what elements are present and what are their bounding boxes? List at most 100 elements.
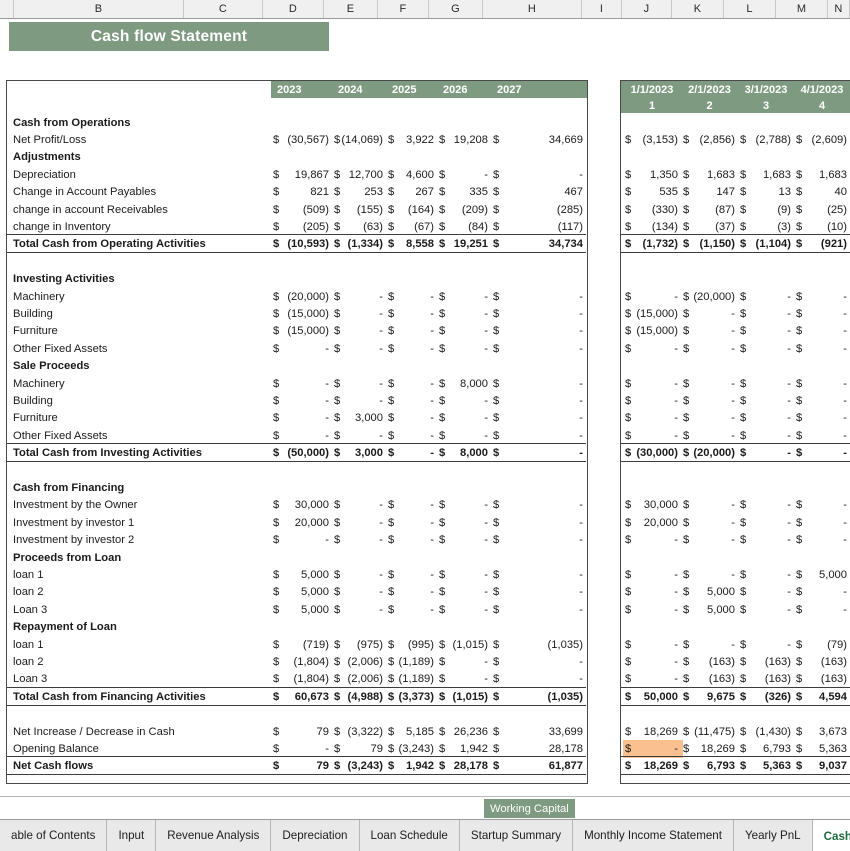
column-header-l[interactable]: L bbox=[724, 0, 776, 18]
table-cell[interactable]: $- bbox=[386, 566, 437, 583]
table-cell[interactable]: $- bbox=[681, 323, 738, 340]
column-header-f[interactable]: F bbox=[378, 0, 429, 18]
table-cell[interactable]: $(164) bbox=[386, 201, 437, 218]
table-cell[interactable]: $(30,000) bbox=[623, 445, 681, 462]
table-cell[interactable]: $467 bbox=[491, 184, 586, 201]
table-cell[interactable]: $- bbox=[794, 410, 850, 427]
table-cell[interactable]: $(1,430) bbox=[738, 723, 794, 740]
column-header-k[interactable]: K bbox=[672, 0, 724, 18]
table-cell[interactable]: $(719) bbox=[271, 636, 332, 653]
table-cell[interactable]: $4,600 bbox=[386, 166, 437, 183]
table-cell[interactable]: $- bbox=[681, 427, 738, 444]
table-cell[interactable]: $(4,988) bbox=[332, 688, 386, 705]
table-cell[interactable]: $- bbox=[386, 514, 437, 531]
table-cell[interactable]: $19,208 bbox=[437, 131, 491, 148]
table-cell[interactable]: $- bbox=[437, 392, 491, 409]
table-cell[interactable]: $(2,006) bbox=[332, 653, 386, 670]
row-label[interactable]: loan 2 bbox=[13, 653, 43, 670]
table-cell[interactable]: $12,700 bbox=[332, 166, 386, 183]
table-cell[interactable]: $19,251 bbox=[437, 236, 491, 253]
table-cell[interactable]: $- bbox=[332, 514, 386, 531]
table-cell[interactable]: $- bbox=[437, 584, 491, 601]
row-label[interactable]: Other Fixed Assets bbox=[13, 427, 108, 444]
row-label[interactable]: loan 1 bbox=[13, 636, 43, 653]
table-cell[interactable]: $(2,609) bbox=[794, 131, 850, 148]
table-cell[interactable]: $147 bbox=[681, 184, 738, 201]
table-cell[interactable]: $(1,035) bbox=[491, 688, 586, 705]
table-cell[interactable]: $- bbox=[623, 427, 681, 444]
row-label[interactable]: loan 1 bbox=[13, 566, 43, 583]
table-cell[interactable]: $- bbox=[491, 584, 586, 601]
sheet-tab-input[interactable]: Input bbox=[107, 820, 156, 851]
table-cell[interactable]: $(2,856) bbox=[681, 131, 738, 148]
table-cell[interactable]: $267 bbox=[386, 184, 437, 201]
table-cell[interactable]: $- bbox=[794, 532, 850, 549]
table-cell[interactable]: $1,350 bbox=[623, 166, 681, 183]
table-cell[interactable]: $- bbox=[271, 740, 332, 757]
table-cell[interactable]: $30,000 bbox=[623, 497, 681, 514]
row-label[interactable]: Machinery bbox=[13, 288, 65, 305]
table-cell[interactable]: $- bbox=[386, 375, 437, 392]
table-cell[interactable]: $79 bbox=[271, 723, 332, 740]
row-label[interactable]: Change in Account Payables bbox=[13, 184, 156, 201]
table-cell[interactable]: $- bbox=[794, 514, 850, 531]
row-label[interactable]: Depreciation bbox=[13, 166, 76, 183]
table-cell[interactable]: $- bbox=[738, 305, 794, 322]
table-cell[interactable]: $(163) bbox=[681, 671, 738, 688]
table-cell[interactable]: $3,000 bbox=[332, 410, 386, 427]
table-cell[interactable]: $(163) bbox=[738, 671, 794, 688]
table-cell[interactable]: $- bbox=[437, 305, 491, 322]
table-cell[interactable]: $- bbox=[271, 410, 332, 427]
row-label[interactable]: Furniture bbox=[13, 410, 58, 427]
table-cell[interactable]: $- bbox=[491, 671, 586, 688]
table-cell[interactable]: $- bbox=[271, 532, 332, 549]
table-cell[interactable]: $(67) bbox=[386, 218, 437, 235]
table-cell[interactable]: $- bbox=[491, 566, 586, 583]
table-cell[interactable]: $- bbox=[491, 514, 586, 531]
table-cell[interactable]: $- bbox=[738, 514, 794, 531]
table-cell[interactable]: $(163) bbox=[738, 653, 794, 670]
row-label[interactable]: Net Cash flows bbox=[13, 758, 93, 775]
table-cell[interactable]: $- bbox=[681, 340, 738, 357]
table-cell[interactable]: $- bbox=[491, 305, 586, 322]
table-cell[interactable]: $(15,000) bbox=[623, 323, 681, 340]
table-cell[interactable]: $61,877 bbox=[491, 758, 586, 775]
table-cell[interactable]: $20,000 bbox=[623, 514, 681, 531]
table-cell[interactable]: $(3,243) bbox=[332, 758, 386, 775]
sheet-tab-cashflow[interactable]: Cashflow bbox=[813, 820, 850, 851]
table-cell[interactable]: $- bbox=[332, 305, 386, 322]
table-cell[interactable]: $18,269 bbox=[623, 758, 681, 775]
row-label[interactable]: change in account Receivables bbox=[13, 201, 168, 218]
table-cell[interactable]: $(1,804) bbox=[271, 671, 332, 688]
table-cell[interactable]: $- bbox=[794, 392, 850, 409]
table-cell[interactable]: $(3,322) bbox=[332, 723, 386, 740]
table-cell[interactable]: $- bbox=[386, 323, 437, 340]
table-cell[interactable]: $- bbox=[491, 375, 586, 392]
column-header-c[interactable]: C bbox=[184, 0, 263, 18]
table-cell[interactable]: $- bbox=[738, 497, 794, 514]
table-cell[interactable]: $- bbox=[491, 427, 586, 444]
table-cell[interactable]: $(1,189) bbox=[386, 671, 437, 688]
table-cell[interactable]: $- bbox=[623, 636, 681, 653]
table-cell[interactable]: $- bbox=[271, 375, 332, 392]
table-cell[interactable]: $- bbox=[332, 340, 386, 357]
table-cell[interactable]: $- bbox=[491, 532, 586, 549]
table-cell[interactable]: $5,363 bbox=[738, 758, 794, 775]
table-cell[interactable]: $- bbox=[386, 532, 437, 549]
table-cell[interactable]: $26,236 bbox=[437, 723, 491, 740]
table-cell[interactable]: $- bbox=[623, 392, 681, 409]
table-cell[interactable]: $(87) bbox=[681, 201, 738, 218]
table-cell[interactable]: $(3) bbox=[738, 218, 794, 235]
table-cell[interactable]: $- bbox=[681, 497, 738, 514]
table-cell[interactable]: $(50,000) bbox=[271, 445, 332, 462]
table-cell[interactable]: $18,269 bbox=[623, 723, 681, 740]
table-cell[interactable]: $- bbox=[738, 584, 794, 601]
table-cell[interactable]: $- bbox=[794, 427, 850, 444]
table-cell[interactable]: $- bbox=[437, 566, 491, 583]
column-header-d[interactable]: D bbox=[263, 0, 324, 18]
table-cell[interactable]: $- bbox=[623, 410, 681, 427]
table-cell[interactable]: $- bbox=[332, 427, 386, 444]
table-cell[interactable]: $821 bbox=[271, 184, 332, 201]
table-cell[interactable]: $8,000 bbox=[437, 445, 491, 462]
row-label[interactable]: Other Fixed Assets bbox=[13, 340, 108, 357]
